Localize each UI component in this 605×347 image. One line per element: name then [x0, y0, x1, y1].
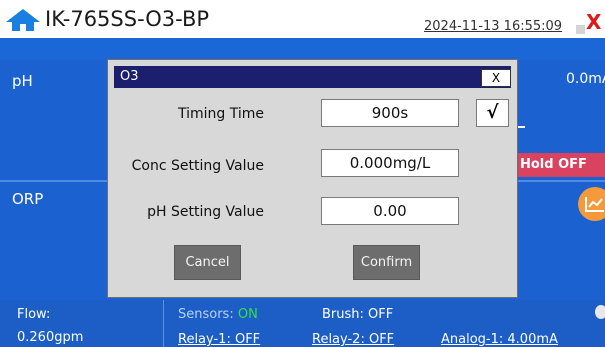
sensors-value: ON — [237, 307, 258, 322]
relay2-key: Relay-2: — [312, 332, 369, 347]
analog1-status: Analog-1: 4.00mA — [441, 332, 558, 347]
timing-enable-checkbox[interactable]: √ — [476, 99, 509, 127]
relay1-status: Relay-1: OFF — [178, 332, 260, 347]
brush-value: OFF — [368, 307, 394, 322]
header-bar: IK-765SS-O3-BP 2024-11-13 16:55:09 X — [0, 0, 605, 38]
conc-setting-label: Conc Setting Value — [131, 158, 264, 174]
flow-label: Flow: — [17, 307, 51, 322]
relay2-status: Relay-2: OFF — [312, 332, 394, 347]
brush-status: Brush: OFF — [322, 307, 393, 322]
flow-value: 0.260gpm — [17, 330, 84, 345]
o3-settings-dialog: O3 X Timing Time 900s √ Conc Setting Val… — [107, 59, 518, 298]
dialog-close-button[interactable]: X — [481, 69, 511, 87]
ph-setting-input[interactable]: 0.00 — [321, 197, 459, 225]
cancel-button[interactable]: Cancel — [174, 245, 241, 280]
relay1-value: OFF — [234, 332, 261, 347]
analog-output-value: 0.0mA — [566, 71, 605, 87]
conc-setting-input[interactable]: 0.000mg/L — [321, 149, 459, 177]
ph-panel-label: pH — [12, 72, 33, 90]
ph-setting-label: pH Setting Value — [147, 204, 264, 220]
timing-time-label: Timing Time — [177, 106, 264, 122]
hold-status-badge[interactable]: Hold OFF — [512, 153, 605, 177]
analog1-key: Analog-1: — [441, 332, 508, 347]
header-stripe — [0, 38, 605, 60]
device-title: IK-765SS-O3-BP — [45, 7, 210, 31]
analog1-value: 4.00mA — [507, 332, 558, 347]
orp-panel-label: ORP — [12, 190, 44, 208]
datetime-display: 2024-11-13 16:55:09 — [424, 19, 563, 34]
footer-divider — [163, 300, 164, 347]
timing-time-input[interactable]: 900s — [321, 99, 459, 127]
status-square-icon — [576, 25, 585, 34]
confirm-button[interactable]: Confirm — [353, 245, 420, 280]
exit-icon[interactable]: X — [586, 10, 601, 34]
trend-chart-button[interactable] — [578, 187, 605, 221]
home-icon[interactable] — [5, 8, 41, 32]
footer-indicator-icon — [595, 305, 605, 319]
relay1-key: Relay-1: — [178, 332, 235, 347]
relay2-value: OFF — [368, 332, 395, 347]
dialog-title: O3 — [120, 69, 139, 84]
separator-mark — [518, 126, 525, 128]
sensors-key: Sensors: — [178, 307, 238, 322]
brush-key: Brush: — [322, 307, 369, 322]
sensors-status: Sensors: ON — [178, 307, 258, 322]
chart-line-icon — [585, 197, 604, 212]
dialog-titlebar: O3 X — [114, 66, 511, 88]
